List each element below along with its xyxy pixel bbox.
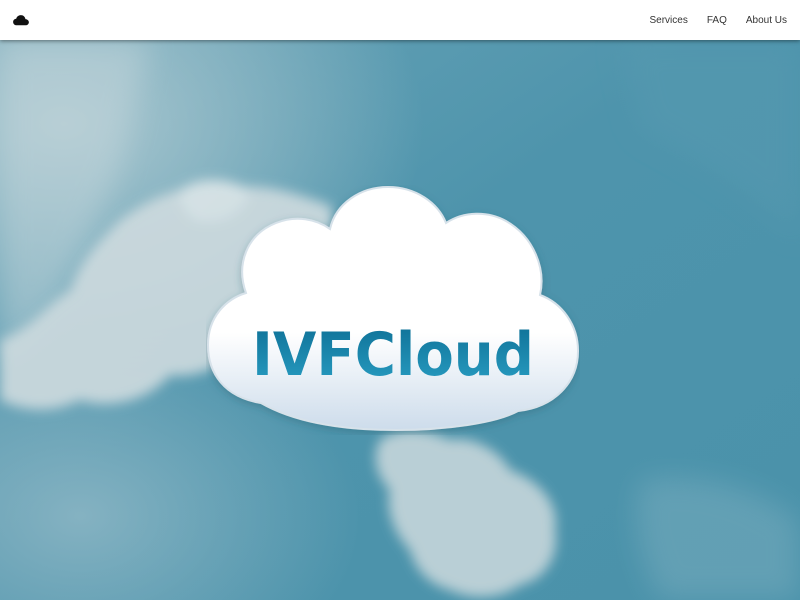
ivfcloud-logo: IVFCloud — [206, 185, 580, 432]
top-navbar: Services FAQ About Us — [0, 0, 800, 40]
hero-section: IVFCloud — [0, 40, 800, 600]
page: Services FAQ About Us IVFCloud — [0, 0, 800, 600]
nav-link-about-us[interactable]: About Us — [746, 15, 787, 26]
nav-links: Services FAQ About Us — [649, 0, 787, 40]
logo-text: IVFCloud — [252, 320, 534, 390]
nav-link-services[interactable]: Services — [649, 15, 687, 26]
nav-link-faq[interactable]: FAQ — [707, 15, 727, 26]
cloud-icon[interactable] — [12, 11, 30, 29]
